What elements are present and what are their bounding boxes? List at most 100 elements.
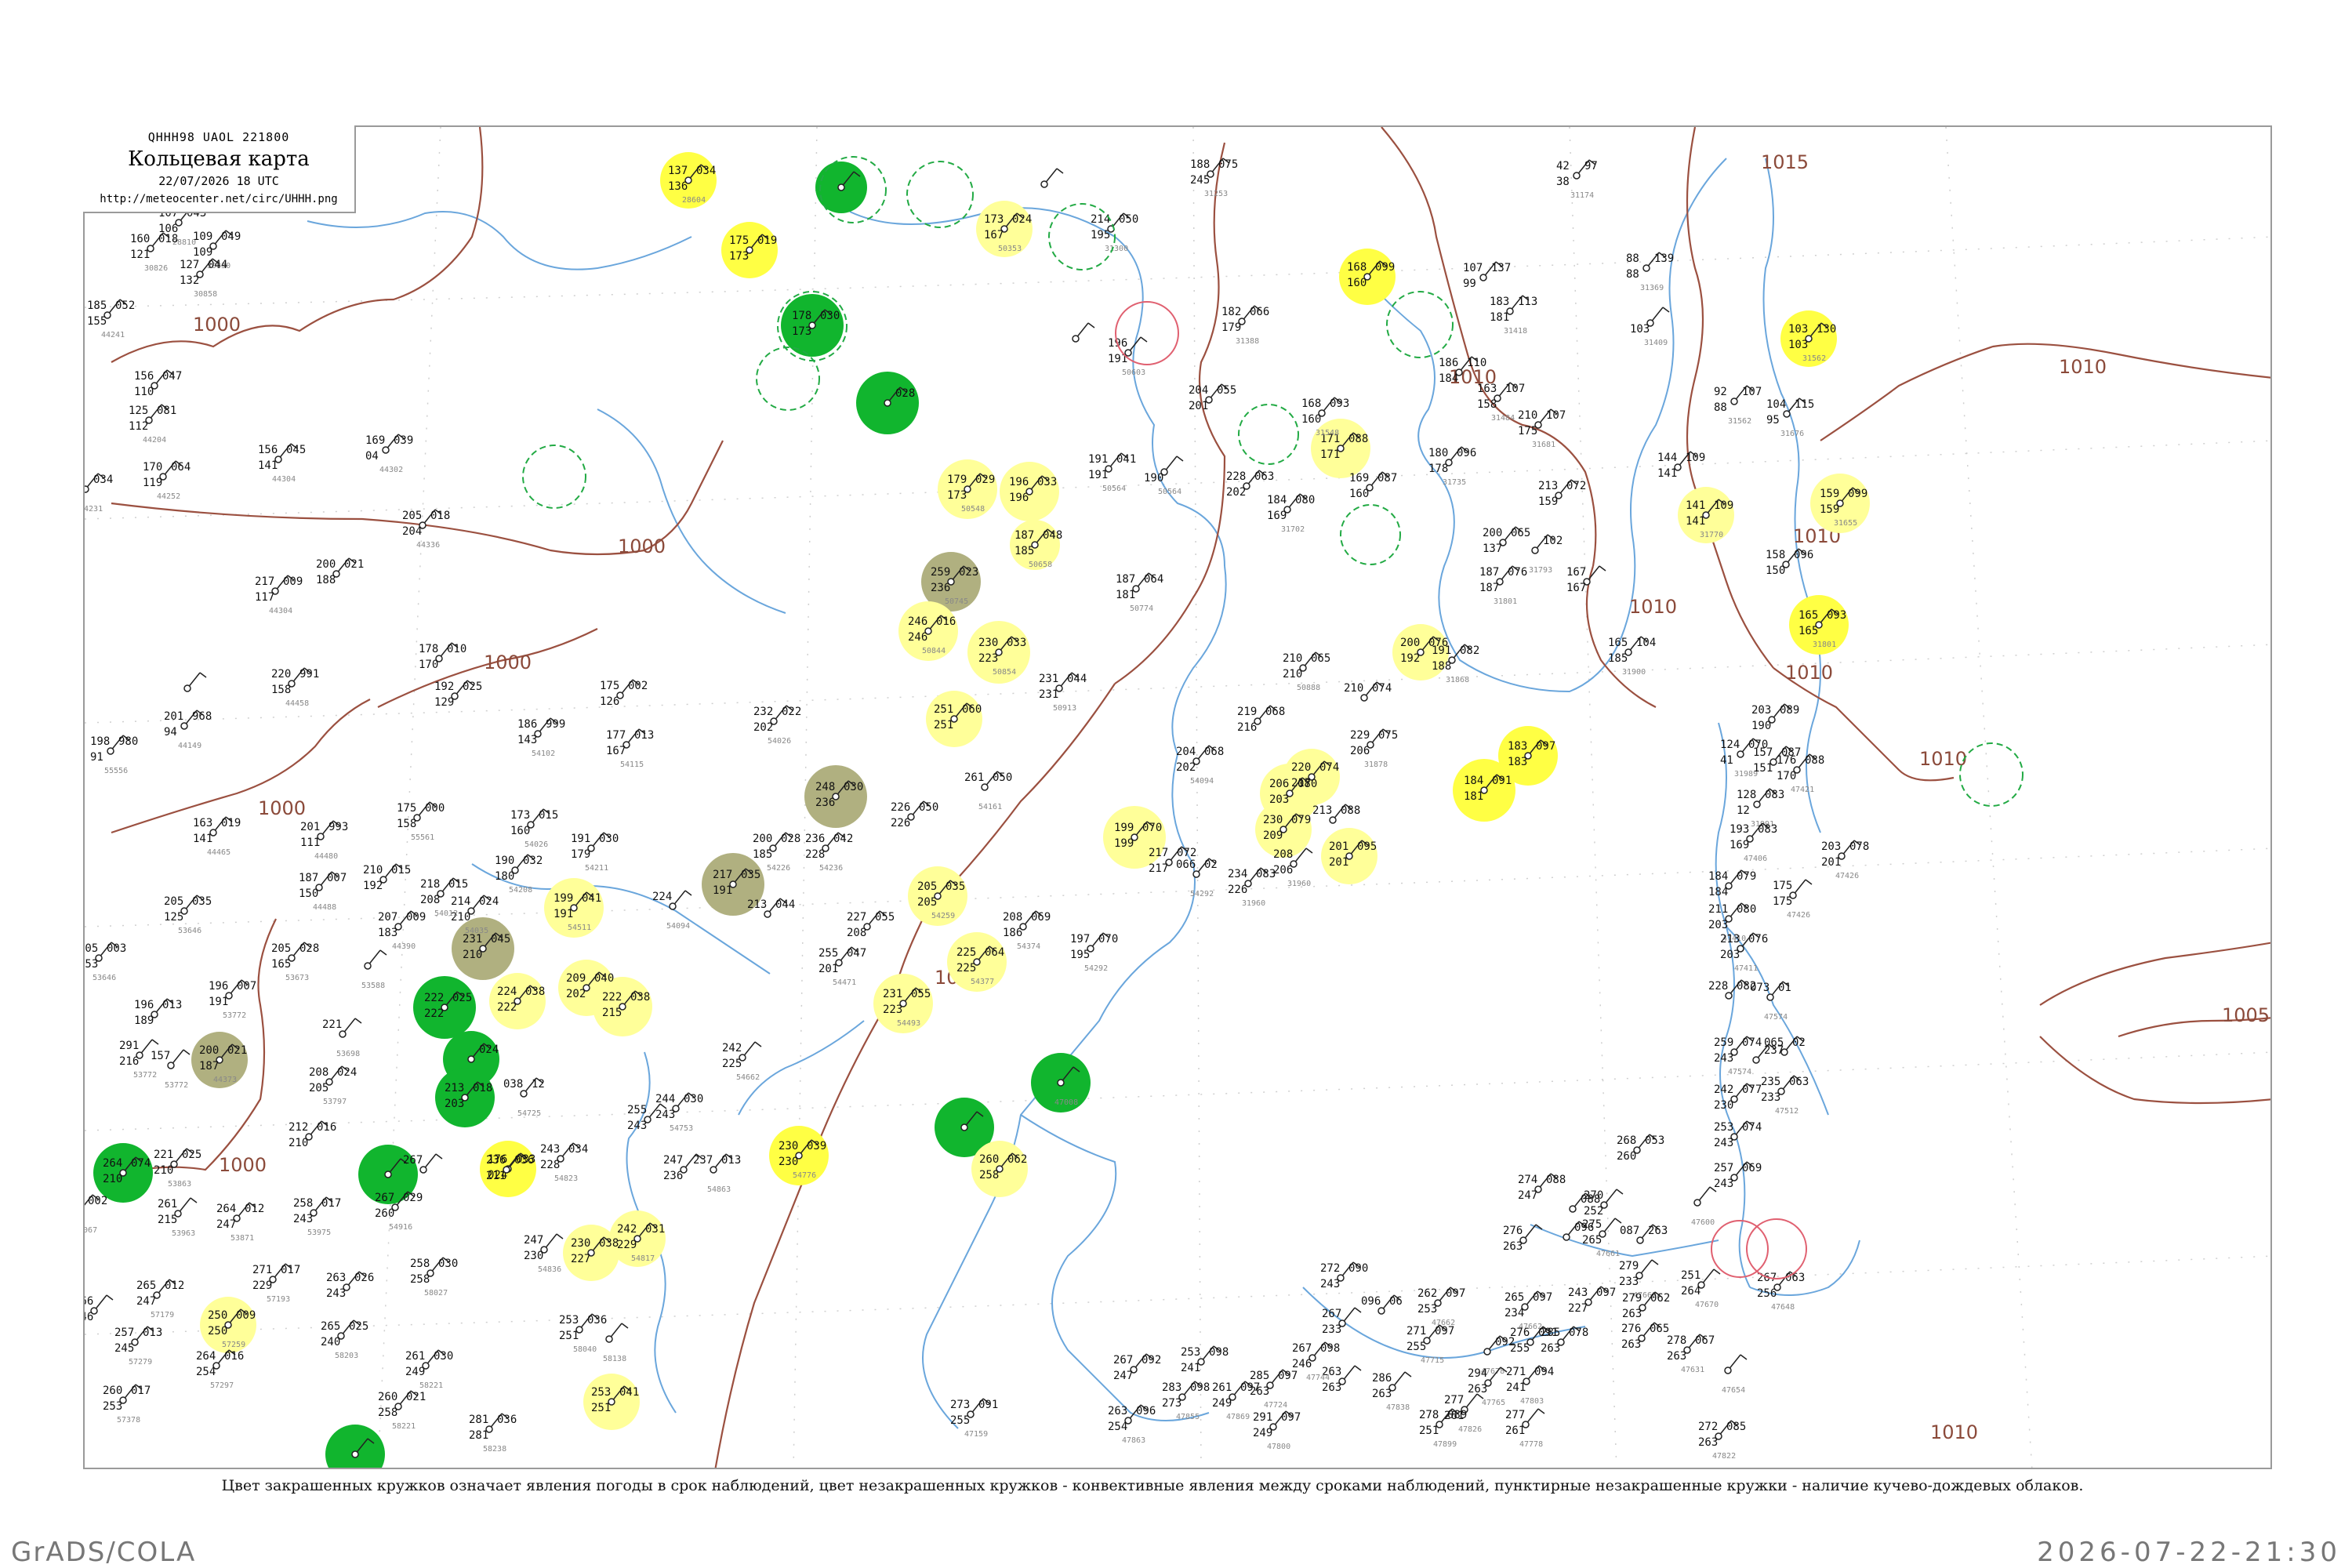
station-model[interactable]: 251 264 47670 (1681, 1269, 1721, 1309)
station-model[interactable]: 257 013 245 57279 (114, 1326, 162, 1367)
station-model[interactable]: 210 065 210 50888 (1283, 652, 1330, 692)
station-model[interactable]: 265 012 247 57179 (136, 1279, 184, 1319)
station-model[interactable]: 260 017 253 57378 (103, 1384, 151, 1425)
station-model[interactable]: 268 053 260 (1617, 1134, 1664, 1163)
station-model[interactable]: 275 265 47661 (1582, 1218, 1622, 1258)
station-model[interactable]: 267233 (1322, 1307, 1362, 1336)
station-model[interactable]: 261 030 249 58221 (405, 1349, 453, 1390)
station-model[interactable]: 096 06 (1361, 1294, 1403, 1315)
station-model[interactable]: 107 137 99 (1463, 261, 1511, 290)
station-model[interactable]: 58138 (603, 1323, 629, 1363)
station-model[interactable]: 53588 (361, 949, 387, 990)
station-model[interactable]: 42 97 3831174 (1556, 159, 1598, 200)
station-model[interactable]: 264 016 254 57297 (196, 1349, 244, 1390)
station-model[interactable]: 236 042 228 54236 (805, 832, 853, 873)
station-model[interactable]: 184 079 184 (1708, 869, 1756, 898)
station-model[interactable]: 186 999 143 54102 (517, 717, 565, 758)
station-model[interactable]: 205 028 165 53673 (271, 942, 319, 982)
station-model[interactable]: 273 091 255 47159 (950, 1398, 998, 1439)
station-model[interactable]: 177 013 167 54115 (606, 728, 654, 769)
station-model[interactable]: 163 019 141 44465 (193, 816, 241, 857)
station-model[interactable]: 185 052 155 44241 (87, 299, 135, 339)
station-model[interactable]: 247 230 54836 (524, 1233, 564, 1274)
station-model[interactable] (1072, 322, 1095, 343)
station-model[interactable]: 213 072 159 (1538, 479, 1586, 508)
station-model[interactable]: 182 066 179 31388 (1221, 305, 1269, 346)
station-model[interactable]: 271 094 241 47803 (1506, 1365, 1554, 1406)
station-model[interactable]: 127 044 132 30858 (180, 258, 227, 299)
station-model[interactable]: 220 991 158 44458 (271, 667, 319, 708)
station-model[interactable]: 212 016 210 (289, 1120, 336, 1149)
station-model[interactable]: 103 31409 (1630, 307, 1670, 347)
station-model[interactable]: 200 065 137 (1483, 526, 1530, 555)
station-model[interactable]: 235 063 233 47512 (1761, 1075, 1809, 1116)
station-model[interactable]: 180 096 178 31735 (1428, 446, 1476, 487)
station-model[interactable]: 198 980 9155556 (90, 735, 138, 775)
station-model[interactable]: 277 261 47778 (1505, 1408, 1545, 1449)
station-model[interactable]: 200 028 185 54226 (753, 832, 800, 873)
station-model[interactable]: 213 044 (747, 898, 795, 918)
station-model[interactable]: 267 092 247 (1113, 1353, 1161, 1382)
station-model[interactable]: 271 017 229 57193 (252, 1263, 300, 1304)
station-model[interactable]: 184 080 169 31702 (1267, 493, 1315, 534)
station-model[interactable]: 274 088 247 (1518, 1173, 1566, 1202)
station-model[interactable]: 173 015 160 54026 (510, 808, 558, 849)
station-model[interactable]: 200 021 188 (316, 557, 364, 586)
station-model[interactable]: 187 007 150 44488 (299, 871, 347, 912)
station-model[interactable]: 205 018 204 44336 (402, 509, 450, 550)
station-model[interactable]: 263 026 243 (326, 1271, 374, 1300)
station-model[interactable]: 197 070 195 54292 (1070, 932, 1118, 973)
station-model[interactable]: 26300225757067 (85, 1194, 107, 1235)
station-model[interactable]: 191 041 191 50564 (1088, 452, 1136, 493)
station-model[interactable]: 157 53772 (151, 1049, 191, 1090)
station-model[interactable]: 187 076 187 31801 (1479, 565, 1527, 606)
station-model[interactable]: 253 098 241 (1181, 1345, 1229, 1374)
station-model[interactable]: 276263 (1503, 1224, 1543, 1253)
station-model[interactable]: 156 045 141 44304 (258, 443, 306, 484)
station-model[interactable]: 234 083 226 31960 (1228, 867, 1276, 908)
station-model[interactable]: 170 064 119 44252 (143, 460, 191, 501)
station-model[interactable]: 038 12 54725 (503, 1077, 545, 1118)
station-model[interactable]: 257 069 243 (1714, 1161, 1762, 1190)
station-model[interactable]: 278 067 263 47631 (1667, 1334, 1715, 1374)
station-model[interactable]: 203 078 201 47426 (1821, 840, 1869, 880)
station-model[interactable]: 243 097 227 (1568, 1286, 1616, 1315)
station-model[interactable]: 219 068 216 (1237, 705, 1285, 734)
station-model[interactable]: 224 54094 (652, 890, 692, 931)
station-model[interactable]: 271 097 255 47715 (1406, 1324, 1454, 1365)
station-model[interactable]: 210 015 192 (363, 863, 411, 892)
station-model[interactable]: 258 017 243 53975 (293, 1196, 341, 1237)
station-model[interactable]: 208 069 186 54374 (1003, 910, 1051, 951)
station-model[interactable]: 102 31793 (1529, 534, 1563, 575)
station-model[interactable]: 169 039 0444302 (365, 434, 413, 474)
station-model[interactable]: 160 018 121 30826 (130, 232, 178, 273)
station-model[interactable]: 208 024 205 53797 (309, 1065, 357, 1106)
station-model[interactable]: 214 050 195 31300 (1091, 212, 1138, 253)
station-model[interactable]: 188 075 245 31253 (1190, 158, 1238, 198)
station-model[interactable]: 165 104 185 31900 (1608, 636, 1656, 677)
station-model[interactable]: 255 047 201 54471 (818, 946, 866, 987)
station-model[interactable]: 066 02 54292 (1176, 858, 1218, 898)
station-model[interactable]: 243 034 228 54823 (540, 1142, 588, 1183)
station-model[interactable]: 169 087 160 (1349, 471, 1397, 500)
station-model[interactable]: 226 050 226 (891, 800, 938, 829)
station-model[interactable]: 47600 (1691, 1186, 1717, 1227)
station-model[interactable]: 265 025 240 58203 (321, 1319, 368, 1360)
station-model[interactable]: 205 035 125 53646 (164, 895, 212, 935)
station-model[interactable]: 205 003 153 53646 (85, 942, 126, 982)
station-model[interactable]: 276 065 263 (1621, 1322, 1669, 1351)
station-model[interactable]: 125 081 112 44204 (129, 404, 176, 445)
station-model[interactable]: 262 09725347662 (1417, 1287, 1465, 1327)
station-model[interactable]: 204 055 201 (1189, 383, 1236, 412)
station-model[interactable]: 232 022 202 54026 (753, 705, 801, 746)
station-model[interactable]: 263 096 254 47863 (1108, 1404, 1156, 1445)
station-model[interactable]: 242 225 54662 (722, 1041, 762, 1082)
station-model[interactable]: 244 030 243 54753 (655, 1092, 703, 1133)
station-model[interactable]: 221 53698 (322, 1018, 362, 1058)
station-model[interactable]: 260 021 258 58221 (378, 1390, 426, 1431)
station-model[interactable]: 237 013 54863 (693, 1153, 741, 1194)
station-model[interactable]: 175 000 158 55561 (397, 801, 445, 842)
station-model[interactable]: 196 007 191 53772 (209, 979, 256, 1020)
station-model[interactable]: 229 075 206 31878 (1350, 728, 1398, 769)
station-model[interactable]: 201 968 9444149 (164, 710, 212, 750)
